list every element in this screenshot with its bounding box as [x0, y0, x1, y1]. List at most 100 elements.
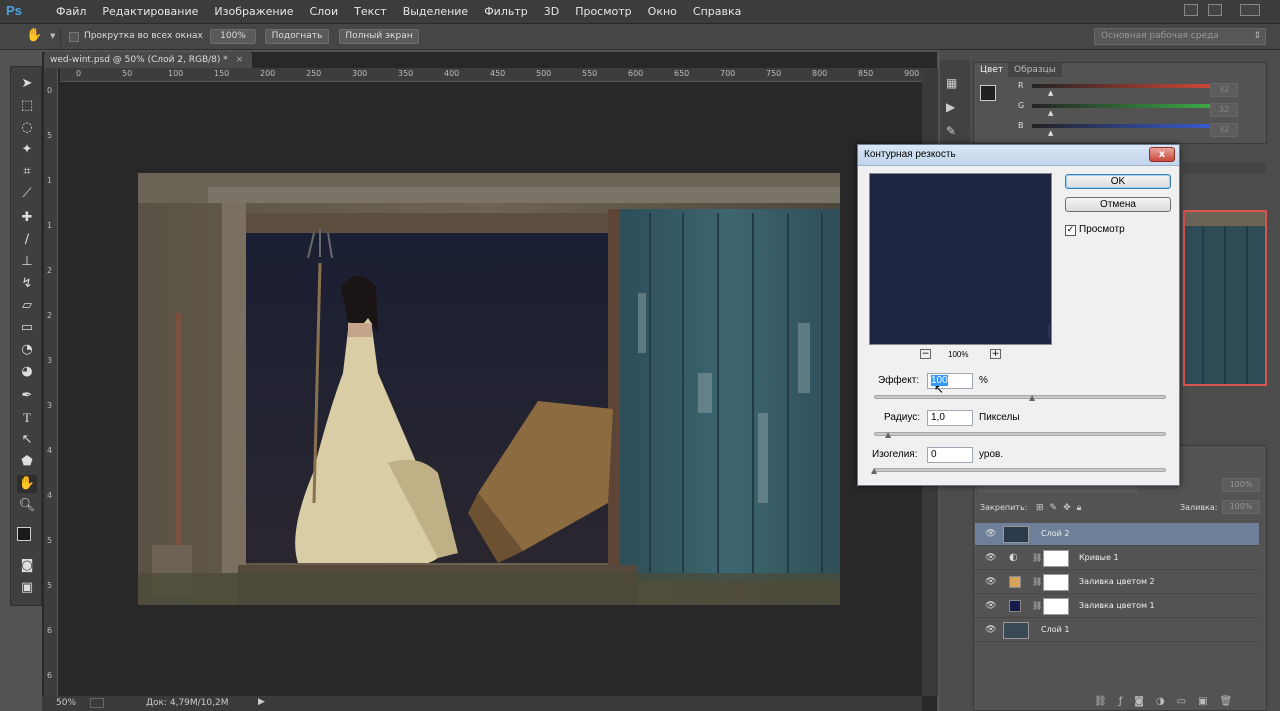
opacity-value[interactable]: 100% [1222, 478, 1260, 492]
menu-file[interactable]: Файл [48, 5, 94, 18]
cancel-button[interactable]: Отмена [1065, 197, 1171, 212]
close-window-button[interactable] [1240, 4, 1260, 16]
clone-stamp-tool-icon[interactable]: ⊥ [17, 253, 37, 271]
amount-slider-thumb-icon[interactable]: ▲ [1029, 394, 1037, 402]
menu-layers[interactable]: Слои [302, 5, 347, 18]
history-brush-tool-icon[interactable]: ↯ [17, 275, 37, 293]
eraser-tool-icon[interactable]: ▱ [17, 297, 37, 315]
status-menu-arrow-icon[interactable]: ▶ [258, 697, 265, 707]
zoom-tool-icon[interactable]: 🔍︎ [17, 497, 37, 515]
actions-panel-icon[interactable]: ▶ [946, 100, 955, 114]
pen-tool-icon[interactable]: ✒ [17, 387, 37, 405]
filter-preview[interactable] [869, 173, 1052, 345]
tab-color[interactable]: Цвет [974, 63, 1010, 77]
red-channel-slider[interactable] [1032, 84, 1222, 88]
marquee-tool-icon[interactable]: ⬚ [17, 97, 37, 115]
eye-icon[interactable]: 👁︎ [985, 625, 997, 635]
dialog-title-bar[interactable]: Контурная резкость x [858, 145, 1179, 166]
red-slider-thumb-icon[interactable]: ▲ [1048, 89, 1053, 97]
blue-value[interactable]: 32 [1210, 123, 1238, 137]
navigator-thumbnail[interactable] [1183, 210, 1267, 386]
fullscreen-button[interactable]: Полный экран [339, 29, 419, 44]
document-image[interactable] [138, 173, 840, 605]
ok-button[interactable]: OK [1065, 174, 1171, 189]
blue-channel-slider[interactable] [1032, 124, 1222, 128]
dodge-tool-icon[interactable]: ◕ [17, 363, 37, 381]
crop-tool-icon[interactable]: ⌗ [17, 163, 37, 181]
document-tab[interactable]: wed-wint.psd @ 50% (Слой 2, RGB/8) * × [44, 52, 252, 68]
lasso-tool-icon[interactable]: ◌ [17, 119, 37, 137]
eyedropper-tool-icon[interactable]: ⟋ [17, 185, 37, 203]
history-panel-icon[interactable]: ▦ [946, 76, 957, 90]
share-icon[interactable] [90, 698, 104, 708]
menu-view[interactable]: Просмотр [567, 5, 639, 18]
gradient-tool-icon[interactable]: ▭ [17, 319, 37, 337]
menu-select[interactable]: Выделение [395, 5, 477, 18]
move-tool-icon[interactable]: ➤ [17, 75, 37, 93]
workspace-select[interactable]: Основная рабочая среда ⇕ [1094, 28, 1266, 45]
blue-slider-thumb-icon[interactable]: ▲ [1048, 129, 1053, 137]
shape-tool-icon[interactable]: ⬟ [17, 453, 37, 471]
layer-row[interactable]: 👁︎ ⛓︎ Заливка цветом 1 [975, 595, 1259, 618]
layer-row[interactable]: 👁︎ ⛓︎ Заливка цветом 2 [975, 571, 1259, 594]
tool-preset-dropdown-icon[interactable]: ▼ [50, 32, 55, 40]
close-tab-icon[interactable]: × [236, 55, 244, 65]
preview-checkbox[interactable]: ✓ [1065, 225, 1076, 236]
layer-row[interactable]: 👁︎ Слой 2 [975, 523, 1259, 546]
menu-filter[interactable]: Фильтр [476, 5, 536, 18]
radius-slider-thumb-icon[interactable]: ▲ [885, 431, 893, 439]
fit-screen-button[interactable]: Подогнать [265, 29, 329, 44]
threshold-input[interactable]: 0 [927, 447, 973, 463]
menu-window[interactable]: Окно [640, 5, 685, 18]
menu-help[interactable]: Справка [685, 5, 749, 18]
zoom-out-button[interactable]: − [920, 349, 931, 359]
quick-mask-icon[interactable]: ◙ [17, 557, 37, 575]
eye-icon[interactable]: 👁︎ [985, 577, 997, 587]
ruler-top-number: 200 [260, 69, 276, 78]
minimize-button[interactable] [1184, 4, 1198, 16]
threshold-slider-thumb-icon[interactable]: ▲ [871, 467, 879, 475]
hand-tool-icon[interactable]: ✋ [26, 28, 42, 44]
foreground-color-swatch[interactable] [17, 527, 31, 541]
green-slider-thumb-icon[interactable]: ▲ [1048, 109, 1053, 117]
radius-input[interactable]: 1,0 [927, 410, 973, 426]
scroll-all-checkbox[interactable] [69, 32, 79, 42]
layer-row[interactable]: 👁︎ ◐ ⛓︎ Кривые 1 [975, 547, 1259, 570]
type-tool-icon[interactable]: T [17, 409, 37, 427]
tab-swatches[interactable]: Образцы [1008, 63, 1062, 77]
zoom-100-button[interactable]: 100% [210, 29, 256, 44]
layers-footer-icons[interactable]: ⛓︎ƒ◙◑▭▣🗑︎ [1094, 696, 1244, 707]
quick-selection-tool-icon[interactable]: ✦ [17, 141, 37, 159]
radius-slider[interactable] [874, 432, 1166, 436]
brush-tool-icon[interactable]: ∕ [17, 231, 37, 249]
eye-icon[interactable]: 👁︎ [985, 529, 997, 539]
menu-type[interactable]: Текст [346, 5, 395, 18]
green-channel-slider[interactable] [1032, 104, 1222, 108]
lock-icons[interactable]: ⊞✎✥🔒︎ [1036, 503, 1087, 513]
screen-mode-icon[interactable]: ▣ [17, 579, 37, 597]
link-icon: ⛓︎ [1032, 601, 1043, 610]
path-selection-tool-icon[interactable]: ↖ [17, 431, 37, 449]
blur-tool-icon[interactable]: ◔ [17, 341, 37, 359]
menu-edit[interactable]: Редактирование [94, 5, 206, 18]
dialog-close-button[interactable]: x [1149, 147, 1175, 162]
fill-value[interactable]: 100% [1222, 500, 1260, 514]
eye-icon[interactable]: 👁︎ [985, 553, 997, 563]
green-value[interactable]: 32 [1210, 103, 1238, 117]
layer-row[interactable]: 👁︎ Слой 1 [975, 619, 1259, 642]
preview-label: Просмотр [1079, 224, 1125, 235]
brushes-panel-icon[interactable]: ✎ [946, 124, 956, 138]
menu-3d[interactable]: 3D [536, 5, 567, 18]
hand-tool-icon[interactable]: ✋ [17, 475, 37, 493]
menu-image[interactable]: Изображение [206, 5, 301, 18]
threshold-slider[interactable] [874, 468, 1166, 472]
red-value[interactable]: 32 [1210, 83, 1238, 97]
healing-brush-tool-icon[interactable]: ✚ [17, 209, 37, 227]
zoom-level[interactable]: 50% [56, 698, 76, 708]
zoom-in-button[interactable]: + [990, 349, 1001, 359]
eye-icon[interactable]: 👁︎ [985, 601, 997, 611]
color-foreground-swatch[interactable] [980, 85, 996, 101]
maximize-button[interactable] [1208, 4, 1222, 16]
amount-slider[interactable] [874, 395, 1166, 399]
ruler-top-number: 100 [168, 69, 184, 78]
